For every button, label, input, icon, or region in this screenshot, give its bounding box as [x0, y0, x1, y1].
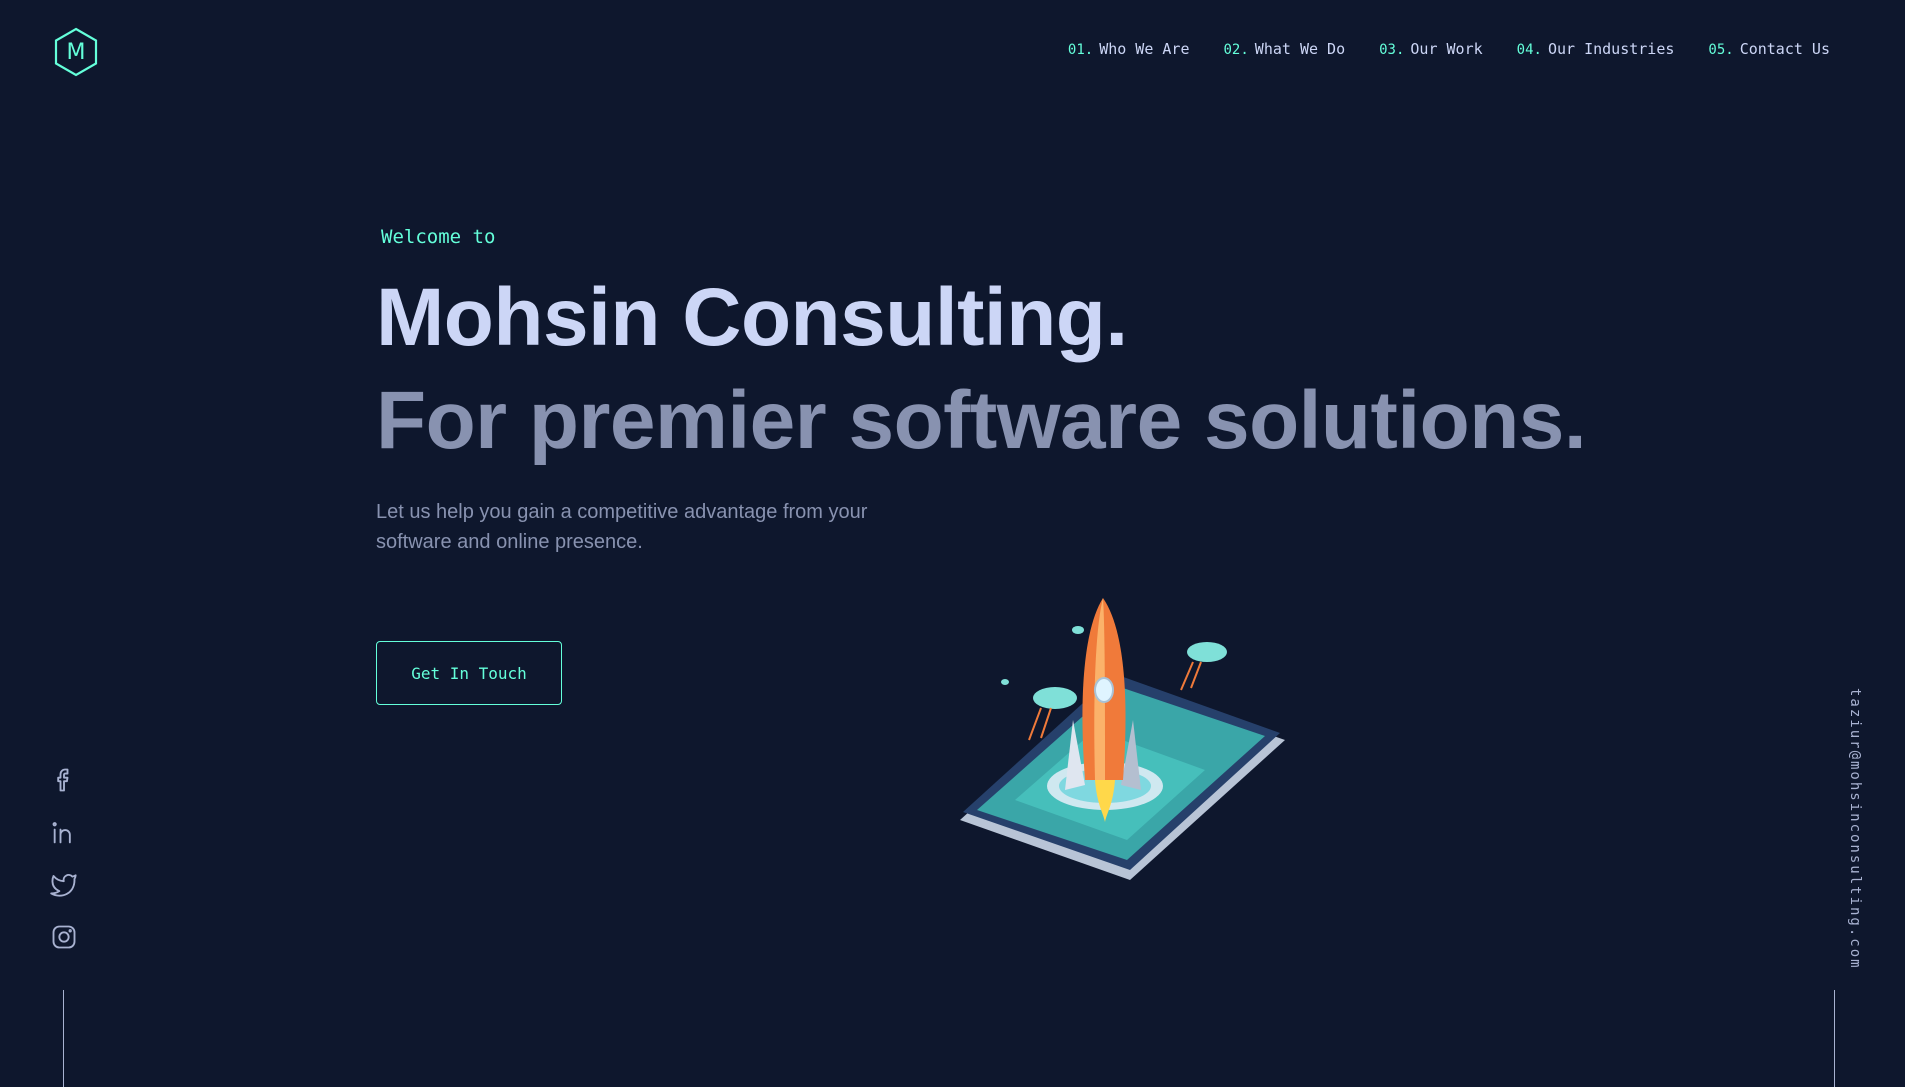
welcome-text: Welcome to	[381, 226, 496, 248]
rocket-phone-illustration	[960, 598, 1285, 880]
nav-item-our-industries[interactable]: 04. Our Industries	[1517, 40, 1675, 58]
left-divider-line	[63, 990, 64, 1087]
nav-label: Contact Us	[1739, 40, 1830, 58]
nav-item-what-we-do[interactable]: 02. What We Do	[1224, 40, 1346, 58]
nav-label: What We Do	[1254, 40, 1346, 58]
nav-item-our-work[interactable]: 03. Our Work	[1379, 40, 1483, 58]
right-divider-line	[1834, 990, 1835, 1087]
nav-number: 04.	[1516, 42, 1542, 58]
logo[interactable]: M	[53, 27, 99, 77]
main-nav: 01. Who We Are 02. What We Do 03. Our Work …	[1068, 40, 1830, 58]
linkedin-icon[interactable]	[50, 819, 78, 847]
facebook-icon[interactable]	[50, 766, 78, 794]
nav-number: 03.	[1379, 42, 1405, 58]
email-link[interactable]: taziur@mohsinconsulting.com	[1847, 688, 1863, 970]
nav-label: Who We Are	[1099, 40, 1190, 58]
nav-label: Our Work	[1410, 40, 1483, 58]
instagram-icon[interactable]	[50, 923, 78, 951]
hero-title: Mohsin Consulting.	[376, 272, 1128, 363]
nav-label: Our Industries	[1547, 40, 1675, 58]
twitter-icon[interactable]	[50, 870, 78, 898]
nav-number: 02.	[1223, 42, 1249, 58]
get-in-touch-button[interactable]: Get In Touch	[376, 641, 562, 705]
nav-item-who-we-are[interactable]: 01. Who We Are	[1068, 40, 1190, 58]
hero-description: Let us help you gain a competitive advan…	[376, 501, 868, 553]
hero-subtitle: For premier software solutions.	[376, 375, 1587, 466]
nav-item-contact-us[interactable]: 05. Contact Us	[1708, 40, 1830, 58]
nav-number: 05.	[1708, 42, 1734, 58]
logo-letter: M	[66, 39, 86, 65]
nav-number: 01.	[1067, 42, 1094, 58]
